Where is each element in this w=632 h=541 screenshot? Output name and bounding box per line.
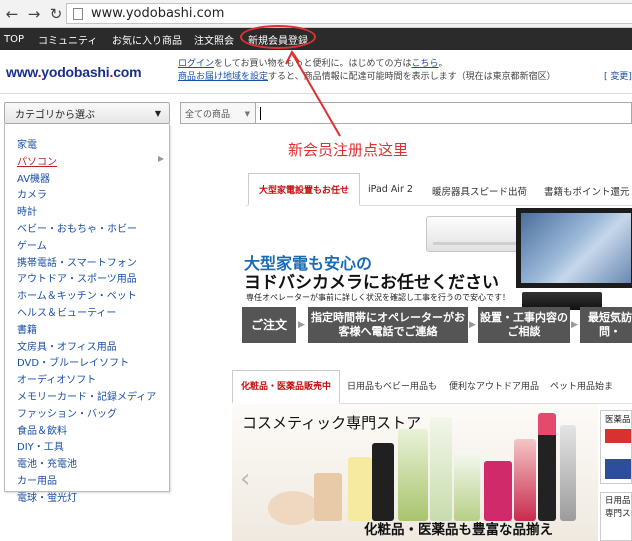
change-area-link[interactable]: [ 変更]: [604, 71, 632, 84]
step-visit: 最短気訪問・: [580, 307, 632, 343]
category-item[interactable]: 食品＆飲料: [17, 424, 156, 441]
category-item[interactable]: ベビー・おもちゃ・ホビー: [17, 222, 156, 239]
side-promo-medicine[interactable]: 医薬品: [600, 410, 632, 484]
category-item[interactable]: ゲーム: [17, 239, 156, 256]
tab-pet[interactable]: ペット用品始ま: [550, 370, 632, 404]
yodobashi-logo[interactable]: www.yodobashi.com: [6, 64, 142, 80]
login-text: をしてお買い物をもっと便利に。はじめての方は: [214, 59, 412, 69]
delivery-area-link[interactable]: 商品お届け地域を設定: [178, 72, 268, 82]
first-time-link[interactable]: こちら: [411, 59, 438, 69]
category-item[interactable]: ホーム＆キッチン・ペット: [17, 289, 156, 306]
category-item[interactable]: 時計: [17, 205, 156, 222]
category-item[interactable]: カー用品: [17, 474, 156, 491]
category-item[interactable]: 文房具・オフィス用品: [17, 340, 156, 357]
forward-arrow-icon[interactable]: →: [24, 4, 44, 24]
product-image: [514, 439, 536, 521]
chevron-right-icon: ▶: [298, 320, 305, 330]
carousel-prev-icon[interactable]: ‹: [240, 464, 250, 494]
category-item[interactable]: カメラ: [17, 188, 156, 205]
category-panel: 家電 パソコン AV機器 カメラ 時計 ベビー・おもちゃ・ホビー ゲーム 携帯電話・スマートフ…: [4, 124, 170, 504]
category-item[interactable]: 携帯電話・スマートフォン: [17, 256, 156, 273]
chevron-right-icon: ▶: [158, 154, 165, 163]
category-item[interactable]: ヘルス＆ビューティー: [17, 306, 156, 323]
address-bar[interactable]: www.yodobashi.com: [66, 3, 632, 24]
tv-image: [516, 208, 632, 288]
product-image: [454, 451, 480, 521]
site-header: www.yodobashi.com ログインをしてお買い物をもっと便利に。はじめ…: [0, 50, 632, 94]
tab-cosmetics[interactable]: 化粧品・医薬品販売中: [232, 370, 340, 404]
category-tab-bar: 化粧品・医薬品販売中 日用品もベビー用品も 便利なアウトドア用品 ペット用品始ま: [232, 370, 632, 404]
back-arrow-icon[interactable]: ←: [2, 4, 22, 24]
step-order: ご注文: [242, 307, 296, 343]
lipstick-image: [538, 413, 556, 521]
product-image: [398, 429, 428, 521]
tab-books-points[interactable]: 書籍もポイント還元: [544, 184, 630, 198]
reload-icon[interactable]: ↻: [46, 4, 66, 24]
banner-title-2: ヨドバシカメラにお任せください: [244, 273, 499, 293]
site-top-nav: TOP コミュニティ お気に入り商品 注文照会 新規会員登録: [0, 28, 632, 50]
annotation-highlight-oval: [240, 25, 316, 49]
text-cursor: [260, 107, 261, 120]
product-image: [348, 457, 372, 521]
product-image: [484, 461, 512, 521]
medicine-pack-image: [605, 429, 631, 479]
side-promo-daily[interactable]: 日用品 専門ス: [600, 492, 632, 541]
nav-top[interactable]: TOP: [4, 34, 24, 45]
promo-tab-bar: 大型家電設置もお任せ iPad Air 2 暖房器具スピード出荷 書籍もポイント…: [246, 173, 632, 206]
caret-down-icon: ▼: [244, 110, 250, 118]
category-item[interactable]: 家電: [17, 138, 156, 155]
category-list: 家電 パソコン AV機器 カメラ 時計 ベビー・おもちゃ・ホビー ゲーム 携帯電話・スマートフ…: [17, 138, 156, 508]
category-item[interactable]: 書籍: [17, 323, 156, 340]
chevron-right-icon: ▶: [469, 320, 476, 330]
product-image: [314, 473, 342, 521]
delivery-text: すると、商品情報に配達可能時間を表示します（現在は東京都新宿区）: [268, 72, 556, 82]
header-info: ログインをしてお買い物をもっと便利に。はじめての方はこちら。 商品お届け地域を設…: [178, 59, 632, 82]
chevron-right-icon: ▶: [571, 320, 578, 330]
product-image: [560, 425, 576, 521]
url-text: www.yodobashi.com: [91, 6, 225, 21]
tab-heaters[interactable]: 暖房器具スピード出荷: [432, 184, 527, 198]
product-image: [430, 417, 452, 521]
category-item[interactable]: 電球・蛍光灯: [17, 491, 156, 508]
product-image: [372, 443, 394, 521]
tab-outdoor[interactable]: 便利なアウトドア用品: [446, 370, 542, 404]
category-item[interactable]: オーディオソフト: [17, 373, 156, 390]
category-item[interactable]: DIY・工具: [17, 440, 156, 457]
nav-order-inquiry[interactable]: 注文照会: [194, 32, 234, 47]
tab-large-appliance[interactable]: 大型家電設置もお任せ: [248, 173, 360, 206]
banner-subtitle: 専任オペレーターが事前に詳しく状況を確認し工事を行うので安心です！: [246, 293, 510, 302]
caret-down-icon: ▼: [154, 109, 161, 118]
cosmetics-banner-subtitle: 化粧品・医薬品も豊富な品揃え: [364, 522, 553, 538]
step-phone-contact: 指定時間帯にオペレーターがお客様へ電話でご連絡: [308, 307, 468, 343]
cosmetics-banner[interactable]: コスメティック専門ストア ‹ 化粧品・医薬品も豊富な品揃え: [232, 404, 598, 541]
category-select-button[interactable]: カテゴリから選ぶ ▼: [4, 102, 170, 124]
powder-case-image: [268, 491, 318, 525]
step-consultation: 設置・工事内容のご相談: [478, 307, 570, 343]
category-item[interactable]: AV機器: [17, 172, 156, 189]
search-scope-select[interactable]: 全ての商品 ▼: [180, 102, 256, 124]
page-icon: [73, 7, 83, 20]
tab-daily-goods[interactable]: 日用品もベビー用品も: [344, 370, 440, 404]
cosmetics-banner-title: コスメティック専門ストア: [242, 414, 422, 432]
category-item[interactable]: アウトドア・スポーツ用品: [17, 272, 156, 289]
category-item[interactable]: メモリーカード・記録メディア: [17, 390, 156, 407]
browser-toolbar: ← → ↻ www.yodobashi.com: [0, 0, 632, 28]
tab-ipad-air[interactable]: iPad Air 2: [368, 184, 413, 195]
login-link[interactable]: ログイン: [178, 59, 214, 69]
annotation-text: 新会员注册点这里: [288, 141, 409, 159]
appliance-banner[interactable]: 大型家電も安心の ヨドバシカメラにお任せください 専任オペレーターが事前に詳しく…: [232, 206, 632, 348]
nav-community[interactable]: コミュニティ: [38, 32, 97, 47]
search-input[interactable]: [256, 102, 632, 124]
category-item[interactable]: ファッション・バッグ: [17, 407, 156, 424]
category-item[interactable]: パソコン: [17, 155, 156, 172]
category-item[interactable]: DVD・ブルーレイソフト: [17, 356, 156, 373]
air-conditioner-image: [426, 216, 530, 252]
category-item[interactable]: 電池・充電池: [17, 457, 156, 474]
nav-favorites[interactable]: お気に入り商品: [112, 32, 182, 47]
